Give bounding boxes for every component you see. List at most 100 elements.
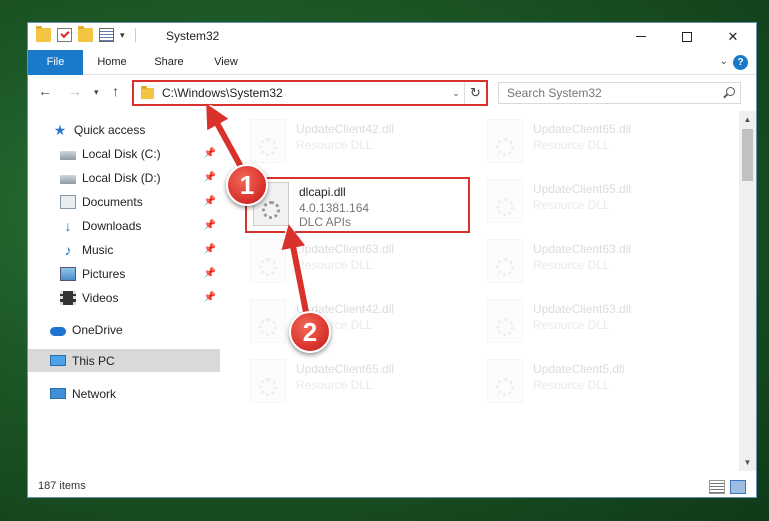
videos-icon bbox=[60, 290, 76, 305]
scroll-down-icon[interactable]: ▼ bbox=[739, 454, 756, 471]
gear-icon bbox=[259, 258, 277, 276]
folder-icon bbox=[141, 85, 154, 99]
pin-icon[interactable]: 📌 bbox=[204, 220, 216, 231]
sidebar-item-local-disk-c[interactable]: Local Disk (C:) 📌 bbox=[28, 142, 220, 165]
help-icon[interactable]: ? bbox=[733, 55, 748, 70]
sidebar-item-documents[interactable]: Documents 📌 bbox=[28, 190, 220, 213]
up-button[interactable]: ↑ bbox=[112, 83, 119, 99]
tab-home[interactable]: Home bbox=[88, 50, 136, 75]
dll-file-icon bbox=[250, 299, 286, 343]
recent-locations-button[interactable]: ▾ bbox=[94, 87, 99, 98]
disk-icon bbox=[60, 150, 76, 160]
file-name: dlcapi.dll bbox=[299, 185, 346, 199]
vertical-scrollbar[interactable]: ▲ ▼ bbox=[739, 111, 756, 471]
gear-icon bbox=[496, 258, 514, 276]
window-controls: ✕ bbox=[618, 23, 756, 50]
file-list: UpdateClient42.dll Resource DLL UpdateCli… bbox=[235, 111, 735, 471]
new-folder-icon[interactable] bbox=[78, 26, 93, 42]
address-path[interactable]: C:\Windows\System32 bbox=[162, 86, 448, 100]
forward-button[interactable]: → bbox=[68, 83, 82, 99]
file-description: Resource DLL bbox=[296, 378, 373, 392]
dll-file-icon bbox=[487, 299, 523, 343]
details-view-icon[interactable] bbox=[709, 480, 725, 494]
sidebar-item-pictures[interactable]: Pictures 📌 bbox=[28, 262, 220, 285]
pin-icon[interactable]: 📌 bbox=[204, 172, 216, 183]
toolbar-divider bbox=[134, 28, 136, 42]
quick-access-toolbar: ▾ bbox=[36, 26, 136, 42]
scroll-up-icon[interactable]: ▲ bbox=[739, 111, 756, 128]
star-icon: ★ bbox=[53, 121, 67, 138]
list-item[interactable]: UpdateClient65.dll Resource DLL bbox=[250, 359, 475, 415]
list-item[interactable]: UpdateClient65.dll Resource DLL bbox=[487, 119, 712, 175]
list-item[interactable]: UpdateClient65.dll Resource DLL bbox=[487, 179, 712, 235]
file-name: UpdateClient63.dll bbox=[296, 242, 395, 256]
sidebar-item-network[interactable]: Network bbox=[28, 382, 220, 405]
dll-file-icon bbox=[250, 359, 286, 403]
sidebar-item-videos[interactable]: Videos 📌 bbox=[28, 286, 220, 309]
gear-icon bbox=[259, 318, 277, 336]
sidebar-item-local-disk-d[interactable]: Local Disk (D:) 📌 bbox=[28, 166, 220, 189]
sidebar-item-quick-access[interactable]: ★ Quick access bbox=[28, 118, 220, 141]
dll-file-icon bbox=[250, 239, 286, 283]
sidebar-item-label: OneDrive bbox=[72, 322, 123, 337]
list-item[interactable]: UpdateClient63.dll Resource DLL bbox=[487, 299, 712, 355]
tiles-view-icon[interactable] bbox=[730, 480, 746, 494]
search-icon[interactable] bbox=[720, 86, 740, 100]
music-icon: ♪ bbox=[64, 241, 72, 258]
tab-view[interactable]: View bbox=[202, 50, 250, 75]
sidebar-item-downloads[interactable]: ↓ Downloads 📌 bbox=[28, 214, 220, 237]
tab-share[interactable]: Share bbox=[144, 50, 194, 75]
file-name: UpdateClient65.dll bbox=[296, 362, 395, 376]
pin-icon[interactable]: 📌 bbox=[204, 268, 216, 279]
properties-icon[interactable] bbox=[57, 28, 72, 42]
scrollbar-thumb[interactable] bbox=[742, 129, 753, 181]
ribbon: File Home Share View ⌄ ? bbox=[28, 50, 756, 75]
chevron-down-icon[interactable]: ▾ bbox=[120, 30, 125, 41]
sidebar-item-label: Videos bbox=[82, 290, 119, 305]
sidebar-item-music[interactable]: ♪ Music 📌 bbox=[28, 238, 220, 261]
sidebar-item-label: Quick access bbox=[74, 122, 146, 137]
list-item[interactable]: UpdateClient63.dll Resource DLL bbox=[250, 239, 475, 295]
sidebar-item-label: Local Disk (C:) bbox=[82, 146, 161, 161]
documents-icon bbox=[60, 194, 76, 209]
sidebar-item-label: Music bbox=[82, 242, 114, 257]
navigation-bar: ← → ▾ ↑ C:\Windows\System32 ⌄ ↻ bbox=[28, 75, 756, 111]
downloads-icon: ↓ bbox=[64, 217, 72, 234]
back-button[interactable]: ← bbox=[38, 83, 52, 99]
tab-file[interactable]: File bbox=[28, 50, 83, 75]
list-item[interactable]: UpdateClient63.dll Resource DLL bbox=[487, 239, 712, 295]
list-item[interactable]: UpdateClient42.dll Resource DLL bbox=[250, 299, 475, 355]
file-name: UpdateClient42.dll bbox=[296, 122, 395, 136]
search-box[interactable] bbox=[498, 82, 741, 104]
sidebar-item-label: Downloads bbox=[82, 218, 142, 233]
file-description: Resource DLL bbox=[296, 138, 373, 152]
minimize-button[interactable] bbox=[618, 23, 664, 50]
refresh-button[interactable]: ↻ bbox=[464, 82, 486, 104]
gear-icon bbox=[496, 138, 514, 156]
pin-icon[interactable]: 📌 bbox=[204, 244, 216, 255]
customize-icon[interactable] bbox=[99, 28, 114, 42]
gear-icon bbox=[496, 198, 514, 216]
expand-ribbon-icon[interactable]: ⌄ bbox=[720, 56, 728, 67]
address-bar[interactable]: C:\Windows\System32 ⌄ ↻ bbox=[132, 80, 488, 106]
minimize-icon bbox=[636, 36, 646, 37]
folder-icon[interactable] bbox=[36, 26, 51, 42]
pin-icon[interactable]: 📌 bbox=[204, 196, 216, 207]
title-bar: ▾ System32 ✕ bbox=[28, 23, 756, 50]
selected-file-dlcapi[interactable]: dlcapi.dll 4.0.1381.164 DLC APIs bbox=[245, 177, 470, 233]
sidebar-item-onedrive[interactable]: OneDrive bbox=[28, 318, 220, 341]
network-icon bbox=[50, 388, 66, 399]
chevron-down-icon[interactable]: ⌄ bbox=[448, 88, 464, 99]
close-button[interactable]: ✕ bbox=[710, 23, 756, 50]
search-input[interactable] bbox=[507, 86, 720, 100]
gear-icon bbox=[259, 378, 277, 396]
file-name: UpdateClient65.dll bbox=[533, 182, 632, 196]
file-version: 4.0.1381.164 bbox=[299, 201, 370, 215]
sidebar-item-this-pc[interactable]: This PC bbox=[28, 349, 220, 372]
pin-icon[interactable]: 📌 bbox=[204, 292, 216, 303]
maximize-button[interactable] bbox=[664, 23, 710, 50]
pin-icon[interactable]: 📌 bbox=[204, 148, 216, 159]
file-description: DLC APIs bbox=[299, 215, 352, 229]
list-item[interactable]: UpdateClient42.dll Resource DLL bbox=[250, 119, 475, 175]
list-item[interactable]: UpdateClient5.dll Resource DLL bbox=[487, 359, 712, 415]
